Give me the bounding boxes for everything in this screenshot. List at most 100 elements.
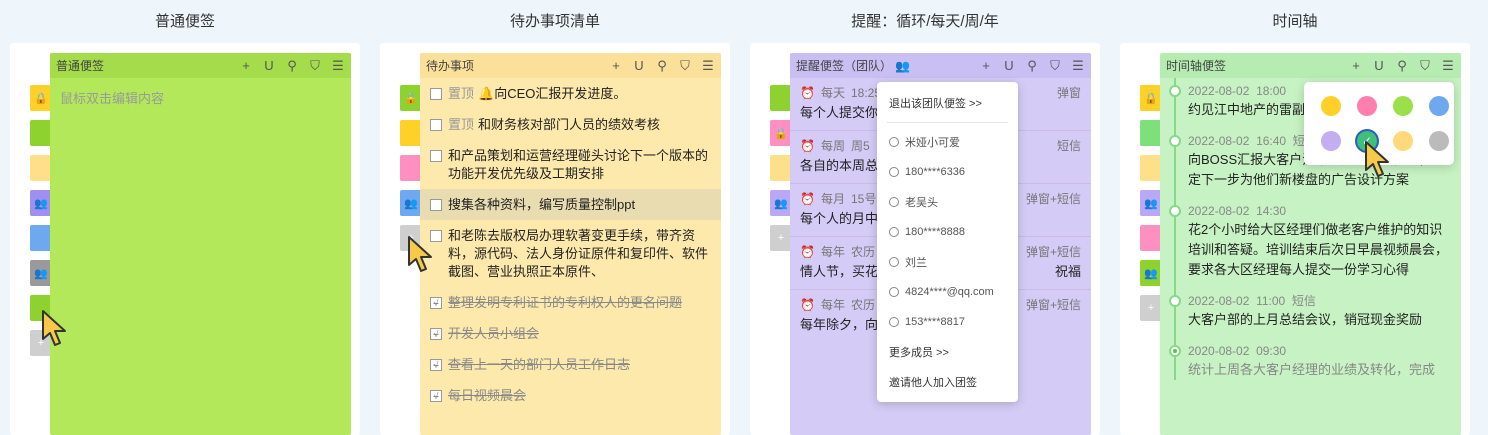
checkbox[interactable] bbox=[430, 88, 442, 100]
swatch-yellow[interactable] bbox=[1321, 96, 1341, 116]
tab-add[interactable]: + bbox=[770, 225, 800, 251]
menu-icon[interactable]: ☰ bbox=[701, 58, 715, 74]
freq: 每年 bbox=[820, 245, 845, 259]
tab-pink-lock[interactable]: 🔒 bbox=[770, 120, 800, 146]
member-item[interactable]: 4824****@qq.com bbox=[877, 277, 1018, 307]
tab-green[interactable] bbox=[30, 120, 60, 146]
todo-item[interactable]: 置顶 🔔向CEO汇报开发进度。 bbox=[420, 78, 721, 109]
color-tabs: 🔒 👥 + bbox=[770, 85, 800, 260]
timeline-entry[interactable]: 2022-08-02 11:00 短信 大客户部的上月总结会议，销冠现金奖励 bbox=[1169, 292, 1455, 330]
tab-green[interactable] bbox=[770, 85, 800, 111]
note-todo[interactable]: 待办事项 + U ⚲ ⛉ ☰ 置顶 🔔向CEO汇报开发进度。 置顶 和财务核对部门人… bbox=[420, 53, 721, 435]
invite-link[interactable]: 邀请他人加入团签 bbox=[877, 367, 1018, 397]
shirt-icon[interactable]: ⛉ bbox=[678, 58, 692, 74]
team-icon[interactable]: 👥 bbox=[895, 59, 910, 73]
exit-team-link[interactable]: 退出该团队便签 >> bbox=[877, 88, 1018, 118]
timeline-dot bbox=[1169, 205, 1181, 217]
tab-add[interactable]: + bbox=[1140, 295, 1170, 321]
tab-gray-team[interactable]: 👥 bbox=[30, 260, 60, 286]
todo-item[interactable]: 和老陈去版权局办理软著变更手续，带齐资料，源代码、法人身份证原件和复印件、软件截… bbox=[420, 220, 721, 287]
tab-green-lock[interactable]: 🔒 bbox=[400, 85, 430, 111]
magnet-icon[interactable]: U bbox=[262, 58, 276, 74]
shirt-icon[interactable]: ⛉ bbox=[1418, 58, 1432, 74]
checkbox-checked[interactable]: √ bbox=[430, 328, 442, 340]
user-icon bbox=[889, 317, 899, 327]
todo-text: 开发人员小组会 bbox=[448, 326, 540, 341]
checkbox[interactable] bbox=[430, 150, 442, 162]
tab-blue-team[interactable]: 👥 bbox=[400, 190, 430, 216]
swatch-light-yellow[interactable] bbox=[1393, 130, 1413, 151]
member-item[interactable]: 180****6336 bbox=[877, 157, 1018, 187]
plus-icon[interactable]: + bbox=[239, 58, 253, 74]
member-item[interactable]: 180****8888 bbox=[877, 217, 1018, 247]
swatch-gray[interactable] bbox=[1429, 130, 1449, 151]
tab-light-yellow[interactable] bbox=[30, 155, 60, 181]
member-item[interactable]: 米娅小可爱 bbox=[877, 127, 1018, 157]
shirt-icon[interactable]: ⛉ bbox=[308, 58, 322, 74]
todo-item-done[interactable]: √ 整理发明专利证书的专利权人的更名问题 bbox=[420, 287, 721, 318]
pin-icon[interactable]: ⚲ bbox=[1395, 58, 1409, 74]
todo-item[interactable]: 置顶 和财务核对部门人员的绩效考核 bbox=[420, 109, 721, 140]
tab-light-yellow[interactable] bbox=[1140, 155, 1170, 181]
menu-icon[interactable]: ☰ bbox=[331, 58, 345, 74]
shirt-icon[interactable]: ⛉ bbox=[1048, 58, 1062, 74]
magnet-icon[interactable]: U bbox=[1372, 58, 1386, 74]
swatch-blue[interactable] bbox=[1429, 96, 1449, 116]
magnet-icon[interactable]: U bbox=[1002, 58, 1016, 74]
tab-pink[interactable] bbox=[400, 155, 430, 181]
note-placeholder[interactable]: 鼠标双击编辑内容 bbox=[50, 78, 351, 117]
todo-text: 搜集各种资料，编写质量控制ppt bbox=[448, 197, 636, 212]
plus-icon[interactable]: + bbox=[979, 58, 993, 74]
more-members-link[interactable]: 更多成员 >> bbox=[877, 337, 1018, 367]
todo-item-done[interactable]: √ 每日视频晨会 bbox=[420, 380, 721, 411]
freq: 每月 bbox=[820, 192, 845, 206]
tab-yellow[interactable] bbox=[770, 155, 800, 181]
tab-yellow-lock[interactable]: 🔒 bbox=[30, 85, 60, 111]
tab-purple-team[interactable]: 👥 bbox=[1140, 190, 1170, 216]
checkbox[interactable] bbox=[430, 119, 442, 131]
freq: 每天 bbox=[820, 86, 845, 100]
when: 周5 bbox=[850, 139, 870, 153]
todo-text: 和老陈去版权局办理软著变更手续，带齐资料，源代码、法人身份证原件和复印件、软件截… bbox=[448, 228, 709, 279]
tab-purple-team[interactable]: 👥 bbox=[770, 190, 800, 216]
swatch-green[interactable] bbox=[1393, 96, 1413, 116]
menu-icon[interactable]: ☰ bbox=[1441, 58, 1455, 74]
timeline-entry[interactable]: 2022-08-02 14:30 花2个小时给大区经理们做老客户维护的知识培训和… bbox=[1169, 202, 1455, 280]
tab-purple-team[interactable]: 👥 bbox=[30, 190, 60, 216]
todo-item[interactable]: 和产品策划和运营经理碰头讨论下一个版本的功能开发优先级及工期安排 bbox=[420, 140, 721, 189]
todo-item-done[interactable]: √ 查看上一天的部门人员工作日志 bbox=[420, 349, 721, 380]
plus-icon[interactable]: + bbox=[1349, 58, 1363, 74]
tab-pink[interactable] bbox=[1140, 225, 1170, 251]
member-item[interactable]: 老吴头 bbox=[877, 187, 1018, 217]
tab-blue[interactable] bbox=[30, 225, 60, 251]
add-icon: + bbox=[1147, 302, 1155, 314]
checkbox-checked[interactable]: √ bbox=[430, 359, 442, 371]
swatch-pink[interactable] bbox=[1357, 96, 1377, 116]
timeline-entry[interactable]: 2020-08-02 09:30 统计上周各大客户经理的业绩及转化，完成 bbox=[1169, 342, 1455, 380]
lock-icon: 🔒 bbox=[404, 92, 418, 105]
tab-yellow[interactable] bbox=[400, 120, 430, 146]
checkbox-checked[interactable]: √ bbox=[430, 297, 442, 309]
tab-green[interactable] bbox=[1140, 120, 1170, 146]
note-normal[interactable]: 普通便签 + U ⚲ ⛉ ☰ 鼠标双击编辑内容 bbox=[50, 53, 351, 435]
checkbox-checked[interactable]: √ bbox=[430, 390, 442, 402]
checkbox[interactable] bbox=[430, 199, 442, 211]
magnet-icon[interactable]: U bbox=[632, 58, 646, 74]
freq: 每年 bbox=[820, 298, 845, 312]
pin-icon[interactable]: ⚲ bbox=[1025, 58, 1039, 74]
todo-item-done[interactable]: √ 开发人员小组会 bbox=[420, 318, 721, 349]
tab-green-team[interactable]: 👥 bbox=[1140, 260, 1170, 286]
member-item[interactable]: 刘兰 bbox=[877, 247, 1018, 277]
plus-icon[interactable]: + bbox=[609, 58, 623, 74]
team-icon: 👥 bbox=[34, 197, 48, 210]
pin-icon[interactable]: ⚲ bbox=[655, 58, 669, 74]
todo-text: 查看上一天的部门人员工作日志 bbox=[448, 357, 631, 372]
member-item[interactable]: 153****8817 bbox=[877, 307, 1018, 337]
todo-item-hovered[interactable]: 搜集各种资料，编写质量控制ppt bbox=[420, 189, 721, 220]
note-header: 提醒便签（团队） 👥 + U ⚲ ⛉ ☰ bbox=[790, 53, 1091, 78]
pin-icon[interactable]: ⚲ bbox=[285, 58, 299, 74]
tab-yellow-lock[interactable]: 🔒 bbox=[1140, 85, 1170, 111]
menu-icon[interactable]: ☰ bbox=[1071, 58, 1085, 74]
swatch-purple[interactable] bbox=[1321, 130, 1341, 151]
alarm-icon: ⏰ bbox=[800, 86, 815, 100]
